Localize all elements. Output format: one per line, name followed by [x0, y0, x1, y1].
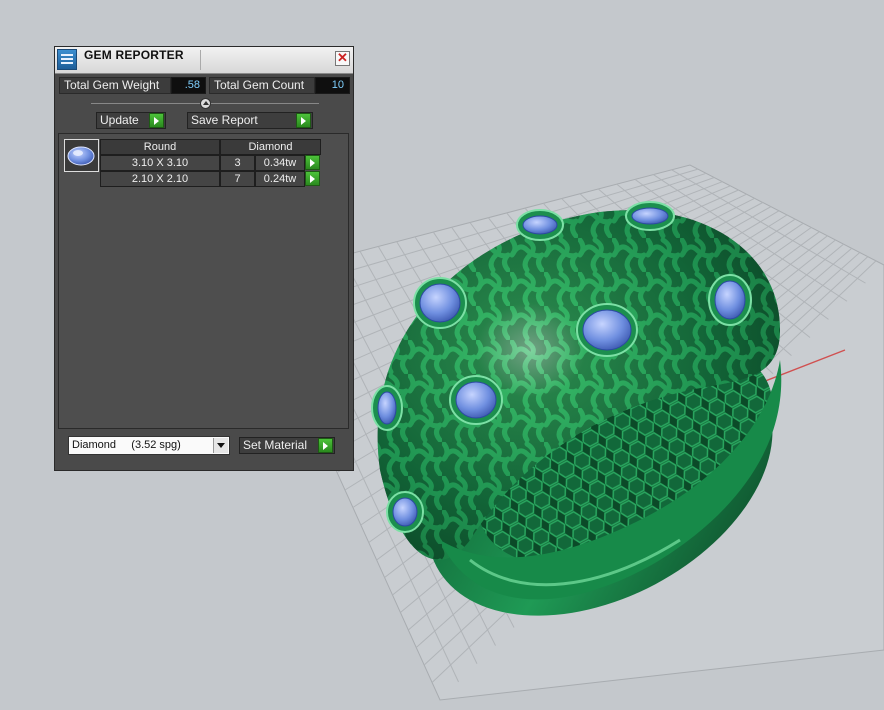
- play-arrow-icon[interactable]: [149, 113, 164, 128]
- title-divider: [200, 50, 201, 70]
- gem-reporter-panel: GEM REPORTER ✕ Total Gem Weight .58 Tota…: [54, 46, 354, 471]
- total-count-label: Total Gem Count: [209, 77, 315, 94]
- play-arrow-icon[interactable]: [296, 113, 311, 128]
- row-size: 3.10 X 3.10: [100, 155, 220, 171]
- total-weight-label: Total Gem Weight: [59, 77, 171, 94]
- update-button[interactable]: Update: [96, 112, 166, 129]
- gem-setting: [516, 209, 564, 241]
- row-weight: 0.24tw: [255, 171, 305, 187]
- gem-setting: [708, 274, 752, 326]
- update-button-label: Update: [100, 113, 139, 127]
- set-material-button[interactable]: Set Material: [239, 437, 335, 454]
- save-report-button-label: Save Report: [191, 113, 258, 127]
- table-header-material: Diamond: [220, 139, 321, 155]
- gem-setting: [413, 277, 467, 329]
- set-material-button-label: Set Material: [243, 438, 308, 452]
- play-arrow-icon[interactable]: [318, 438, 333, 453]
- row-weight: 0.34tw: [255, 155, 305, 171]
- close-icon[interactable]: ✕: [335, 51, 350, 66]
- row-count: 7: [220, 171, 255, 187]
- material-select-value: Diamond (3.52 spg): [72, 439, 181, 451]
- save-report-button[interactable]: Save Report: [187, 112, 313, 129]
- gem-setting: [386, 491, 424, 533]
- table-header-shape: Round: [100, 139, 220, 155]
- panel-title: GEM REPORTER: [84, 48, 184, 62]
- gem-setting: [371, 385, 403, 431]
- gem-setting: [449, 375, 503, 425]
- dropdown-arrow-icon[interactable]: [213, 438, 228, 453]
- row-size: 2.10 X 2.10: [100, 171, 220, 187]
- row-count: 3: [220, 155, 255, 171]
- gem-setting: [625, 201, 675, 231]
- app-logo-icon: [57, 49, 77, 70]
- play-arrow-icon[interactable]: [305, 171, 320, 186]
- play-arrow-icon[interactable]: [305, 155, 320, 170]
- total-count-value: 10: [315, 77, 350, 94]
- total-weight-value: .58: [171, 77, 206, 94]
- gem-setting: [576, 303, 638, 357]
- slider-knob-icon[interactable]: [200, 98, 211, 109]
- panel-titlebar[interactable]: GEM REPORTER ✕: [55, 47, 353, 74]
- gem-thumbnail-icon[interactable]: [64, 139, 99, 172]
- material-select[interactable]: Diamond (3.52 spg): [68, 436, 230, 455]
